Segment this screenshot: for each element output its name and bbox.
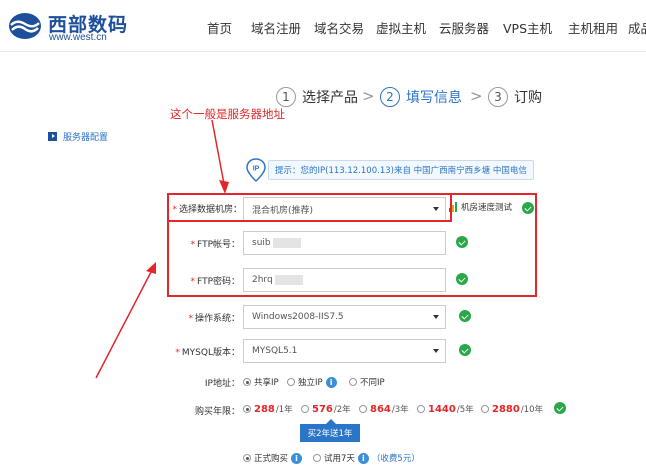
nav-item-domain-register[interactable]: 域名注册 — [251, 18, 301, 37]
price-value: 864 — [370, 403, 391, 415]
ip-tip-text: 提示：您的IP(113.12.100.13)来自 中国广西南宁西乡塘 中国电信 — [268, 160, 534, 180]
option-label: 试用7天 — [324, 454, 355, 464]
radio-button[interactable] — [301, 405, 309, 413]
svg-text:IP: IP — [253, 166, 260, 173]
years-option-1[interactable]: 288/1年 — [243, 403, 293, 415]
radio-button[interactable] — [243, 405, 251, 413]
site-logo[interactable]: 西部数码 www.west.cn — [8, 9, 138, 45]
required-asterisk: * — [175, 348, 180, 358]
mysql-label: * MYSQL版本： — [166, 345, 240, 358]
price-unit: /2年 — [333, 405, 351, 415]
price-value: 1440 — [428, 403, 456, 415]
os-select[interactable]: Windows2008-IIS7.5 — [243, 305, 446, 329]
buy-option-trial[interactable]: 试用7天 i （收费5元） — [313, 452, 420, 464]
ip-tip: IP 提示：您的IP(113.12.100.13)来自 中国广西南宁西乡塘 中国… — [246, 157, 534, 183]
check-icon — [459, 344, 471, 356]
step-label: 选择产品 — [302, 90, 358, 106]
price-unit: /5年 — [456, 405, 474, 415]
chevron-down-icon — [433, 315, 439, 319]
years-option-3[interactable]: 864/3年 — [359, 403, 409, 415]
step-order: 3 订购 — [488, 86, 542, 108]
annotation-arrowhead-top — [219, 180, 229, 194]
mysql-select[interactable]: MYSQL5.1 — [243, 339, 446, 363]
promo-badge: 买2年送1年 — [300, 419, 360, 442]
chevron-down-icon — [433, 349, 439, 353]
os-label-text: 操作系统： — [194, 314, 240, 324]
step-label: 订购 — [514, 90, 542, 106]
nav-item-home[interactable]: 首页 — [207, 18, 232, 37]
annotation-arrow-top — [211, 119, 225, 185]
nav-item-domain-trade[interactable]: 域名交易 — [314, 18, 364, 37]
buy-options: 正式购买 i 试用7天 i （收费5元） — [243, 451, 443, 465]
radio-button[interactable] — [313, 454, 321, 462]
nav-item-virtual-host[interactable]: 虚拟主机 — [376, 18, 426, 37]
ip-label: IP地址： — [204, 379, 240, 389]
mysql-label-text: MYSQL版本： — [181, 348, 240, 358]
step-fill-info: 2 填写信息 — [380, 86, 462, 108]
years-option-5[interactable]: 1440/5年 — [417, 403, 474, 415]
step-label: 填写信息 — [406, 90, 462, 106]
step-number: 1 — [276, 87, 296, 107]
logo-wave-icon — [9, 13, 41, 39]
mysql-value: MYSQL5.1 — [252, 346, 298, 356]
step-select-product: 1 选择产品 — [276, 86, 358, 108]
radio-button[interactable] — [359, 405, 367, 413]
price-unit: /3年 — [391, 405, 409, 415]
step-number: 2 — [380, 87, 400, 107]
price-unit: /1年 — [275, 405, 293, 415]
radio-button[interactable] — [349, 378, 357, 386]
price-unit: /10年 — [520, 405, 544, 415]
required-asterisk: * — [188, 314, 193, 324]
option-label: 不同IP — [360, 378, 385, 388]
logo-url: www.west.cn — [49, 32, 107, 43]
annotation-arrow-left — [95, 269, 153, 379]
ip-options: 共享IP 独立IP i 不同IP — [243, 375, 403, 389]
option-label: 共享IP — [254, 378, 279, 388]
years-label: 购买年限： — [194, 407, 240, 417]
section-title-text: 服务器配置 — [63, 132, 109, 143]
ip-pin-icon: IP — [246, 158, 266, 182]
years-option-2[interactable]: 576/2年 — [301, 403, 351, 415]
nav-item-cloud-server[interactable]: 云服务器 — [439, 18, 489, 37]
ip-option-dedicated[interactable]: 独立IP i — [287, 376, 337, 388]
step-number: 3 — [488, 87, 508, 107]
info-icon[interactable]: i — [357, 452, 369, 464]
price-value: 576 — [312, 403, 333, 415]
radio-button[interactable] — [243, 454, 251, 462]
chevron-right-icon: > — [470, 87, 483, 105]
price-value: 2880 — [492, 403, 520, 415]
info-icon[interactable]: i — [291, 452, 303, 464]
check-icon — [459, 310, 471, 322]
annotation-box-outer — [167, 193, 537, 297]
ip-option-shared[interactable]: 共享IP — [243, 376, 279, 388]
os-label: * 操作系统： — [172, 311, 240, 324]
nav-item-host-rental[interactable]: 主机租用 — [568, 18, 618, 37]
ip-option-different[interactable]: 不同IP — [349, 376, 385, 388]
section-title: 服务器配置 — [48, 129, 108, 143]
price-value: 288 — [254, 403, 275, 415]
info-icon[interactable]: i — [325, 376, 337, 388]
check-icon — [554, 402, 566, 414]
option-label: 独立IP — [298, 378, 323, 388]
annotation-arrowhead-left — [146, 262, 156, 274]
radio-button[interactable] — [417, 405, 425, 413]
top-header: 西部数码 www.west.cn 首页 域名注册 域名交易 虚拟主机 云服务器 … — [0, 0, 646, 52]
os-value: Windows2008-IIS7.5 — [252, 312, 344, 322]
trial-fee-note: （收费5元） — [371, 454, 420, 464]
radio-button[interactable] — [481, 405, 489, 413]
radio-button[interactable] — [287, 378, 295, 386]
option-label: 正式购买 — [254, 454, 289, 464]
chevron-right-icon: > — [362, 87, 375, 105]
years-option-10[interactable]: 2880/10年 — [481, 403, 543, 415]
radio-button[interactable] — [243, 378, 251, 386]
nav-item-finished[interactable]: 成品 — [628, 18, 646, 37]
section-arrow-icon — [48, 131, 57, 141]
annotation-note: 这个一般是服务器地址 — [170, 107, 285, 121]
buy-option-formal[interactable]: 正式购买 i — [243, 452, 303, 464]
nav-item-vps[interactable]: VPS主机 — [503, 18, 552, 37]
years-options: 288/1年 576/2年 864/3年 1440/5年 2880/10年 — [243, 402, 573, 416]
